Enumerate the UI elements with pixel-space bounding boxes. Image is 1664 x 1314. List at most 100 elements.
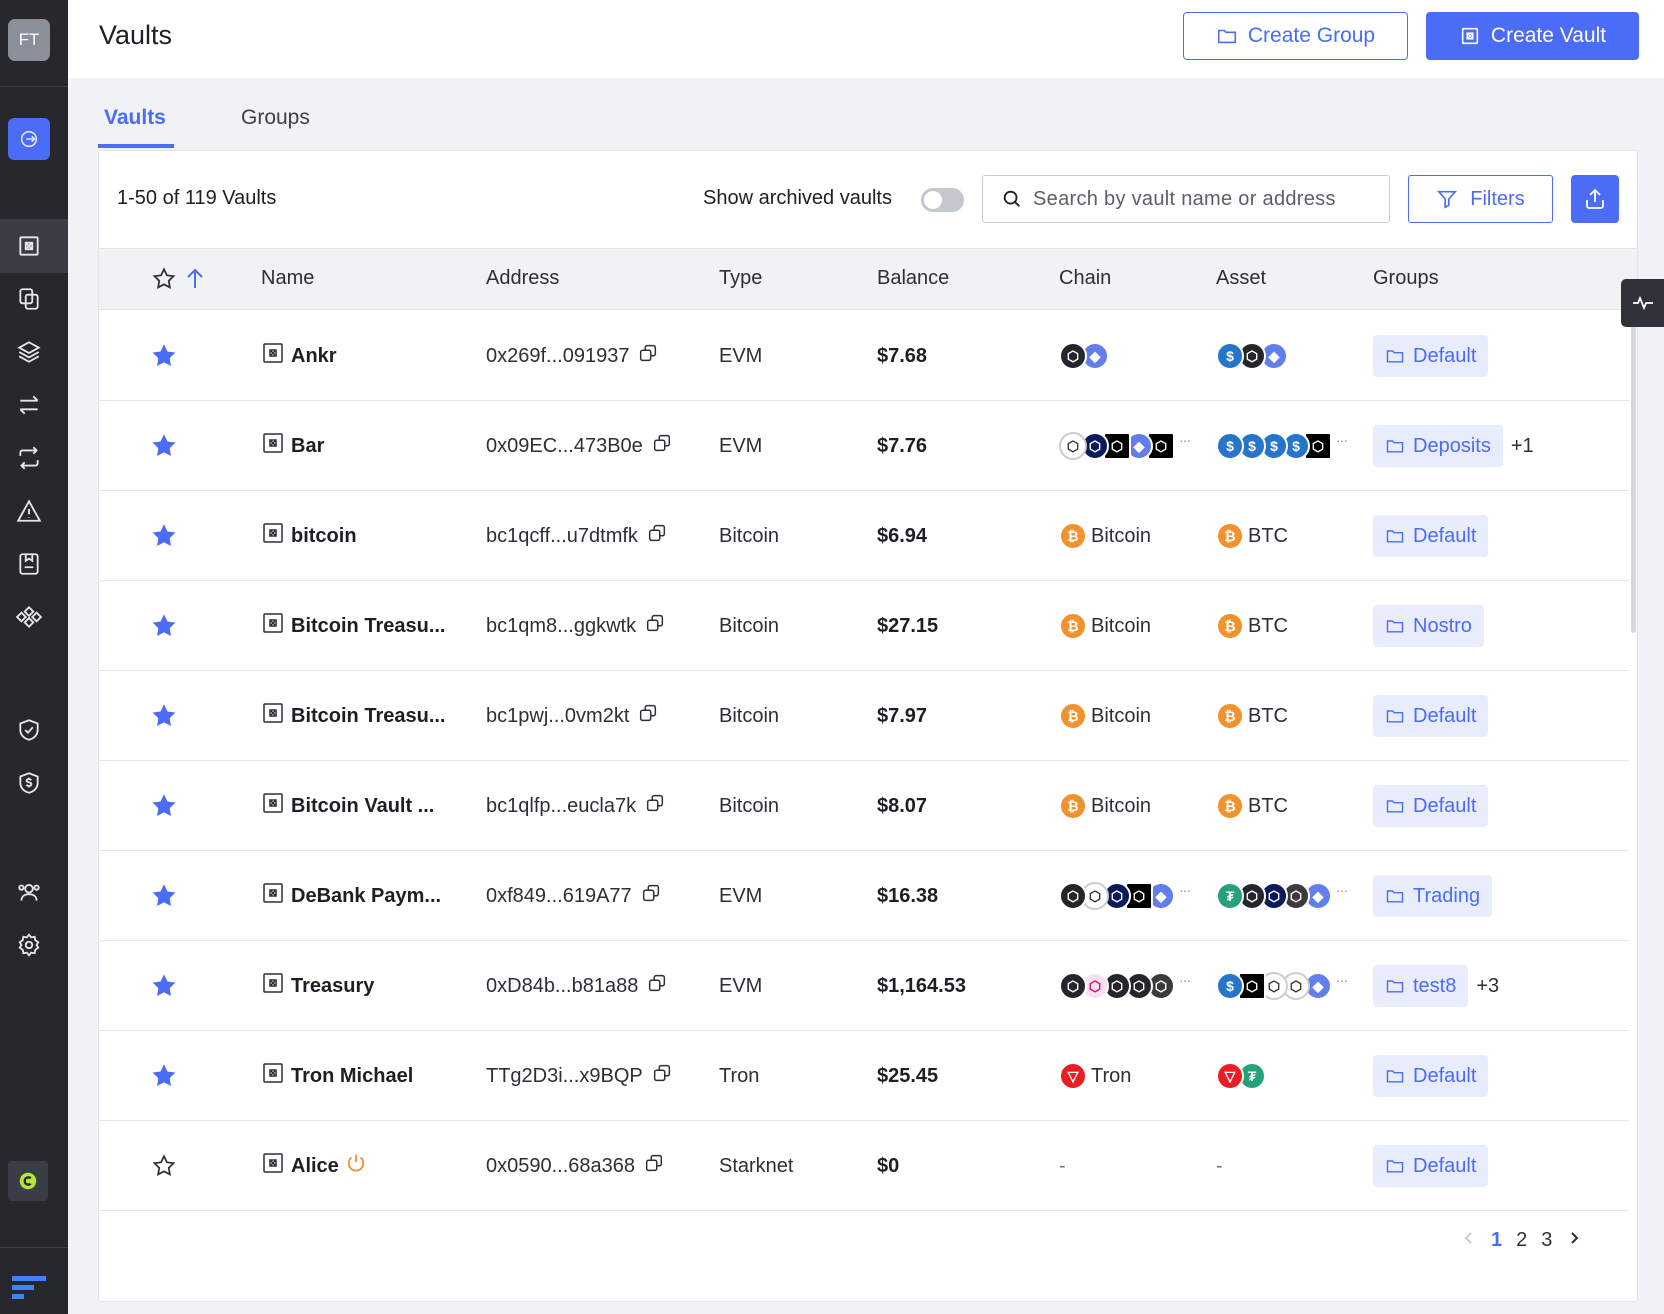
column-balance[interactable]: Balance [877, 267, 949, 290]
activity-panel-tab[interactable] [1621, 279, 1664, 327]
create-vault-button[interactable]: Create Vault [1426, 12, 1639, 60]
group-chip[interactable]: Default [1373, 1145, 1489, 1187]
next-page-button[interactable] [1566, 1229, 1582, 1252]
results-count: 1-50 of 119 Vaults [117, 187, 277, 209]
group-extra-count[interactable]: +3 [1476, 975, 1499, 998]
page-3-button[interactable]: 3 [1541, 1229, 1552, 1252]
copy-address-button[interactable] [637, 342, 659, 370]
column-address[interactable]: Address [486, 267, 559, 290]
column-groups[interactable]: Groups [1373, 267, 1439, 290]
vault-name[interactable]: Bar [291, 435, 324, 458]
group-chip[interactable]: Nostro [1373, 605, 1484, 647]
sidebar-item-copy[interactable] [8, 278, 50, 320]
group-chip[interactable]: Default [1373, 785, 1489, 827]
favorite-toggle[interactable] [151, 1031, 177, 1121]
vault-name[interactable]: DeBank Paym... [291, 885, 441, 908]
favorite-toggle[interactable] [151, 1121, 177, 1211]
tab-groups[interactable]: Groups [241, 106, 310, 130]
table-row[interactable]: Treasury 0xD84b...b81a88 EVM $1,164.53 ⬡… [99, 941, 1629, 1031]
favorite-toggle[interactable] [151, 761, 177, 851]
export-button[interactable] [1571, 175, 1619, 223]
sidebar-item-vaults[interactable] [8, 225, 50, 267]
favorite-toggle[interactable] [151, 581, 177, 671]
vault-name[interactable]: Ankr [291, 345, 337, 368]
sort-ascending-button[interactable] [183, 266, 207, 297]
filters-button[interactable]: Filters [1408, 175, 1553, 223]
sidebar-item-address-book[interactable] [8, 543, 50, 585]
favorite-toggle[interactable] [151, 491, 177, 581]
sidebar-item-swaps[interactable] [8, 437, 50, 479]
page-1-button[interactable]: 1 [1491, 1229, 1502, 1252]
copy-address-button[interactable] [644, 792, 666, 820]
column-chain[interactable]: Chain [1059, 267, 1111, 290]
table-row[interactable]: Tron Michael TTg2D3i...x9BQP Tron $25.45… [99, 1031, 1629, 1121]
vault-name[interactable]: Bitcoin Treasu... [291, 705, 445, 728]
table-row[interactable]: Bitcoin Treasu... bc1qm8...ggkwtk Bitcoi… [99, 581, 1629, 671]
search-box[interactable] [982, 175, 1390, 223]
asset-icons: ₿ [1216, 792, 1244, 820]
sidebar-item-alerts[interactable] [8, 490, 50, 532]
table-scrollbar[interactable] [1631, 317, 1636, 633]
copy-address-button[interactable] [643, 1152, 665, 1180]
vault-name[interactable]: Bitcoin Vault ... [291, 795, 434, 818]
table-row[interactable]: Bitcoin Vault ... bc1qlfp...eucla7k Bitc… [99, 761, 1629, 851]
group-chip[interactable]: test8 [1373, 965, 1469, 1007]
sidebar-item-integrations[interactable] [8, 596, 50, 638]
tab-vaults[interactable]: Vaults [104, 106, 166, 130]
group-chip[interactable]: Trading [1373, 875, 1493, 917]
sidebar-item-spending[interactable] [8, 762, 50, 804]
vault-name[interactable]: Tron Michael [291, 1065, 413, 1088]
copy-address-button[interactable] [651, 1062, 673, 1090]
column-type[interactable]: Type [719, 267, 762, 290]
copy-address-button[interactable] [644, 612, 666, 640]
favorite-toggle[interactable] [151, 851, 177, 941]
favorite-sort-button[interactable] [151, 266, 177, 297]
table-row[interactable]: DeBank Paym... 0xf849...619A77 EVM $16.3… [99, 851, 1629, 941]
group-extra-count[interactable]: +1 [1511, 435, 1534, 458]
table-row[interactable]: bitcoin bc1qcff...u7dtmfk Bitcoin $6.94 … [99, 491, 1629, 581]
group-chip[interactable]: Default [1373, 1055, 1489, 1097]
folder-icon [1386, 530, 1404, 543]
avatar[interactable]: FT [8, 19, 50, 61]
copy-address-button[interactable] [637, 702, 659, 730]
workspace-logo-button[interactable] [8, 1161, 48, 1201]
group-chip[interactable]: Deposits [1373, 425, 1503, 467]
copy-address-button[interactable] [646, 972, 668, 1000]
sidebar-item-settings[interactable] [8, 924, 50, 966]
column-asset[interactable]: Asset [1216, 267, 1266, 290]
favorite-toggle[interactable] [151, 941, 177, 1031]
copy-address-button[interactable] [651, 432, 673, 460]
show-archived-toggle[interactable] [921, 188, 964, 212]
vault-name[interactable]: Treasury [291, 975, 374, 998]
sidebar-item-transfers[interactable] [8, 384, 50, 426]
page-2-button[interactable]: 2 [1516, 1229, 1527, 1252]
vault-address: 0xf849...619A77 [486, 884, 632, 907]
table-row[interactable]: Bitcoin Treasu... bc1pwj...0vm2kt Bitcoi… [99, 671, 1629, 761]
group-chip[interactable]: Default [1373, 515, 1489, 557]
table-row[interactable]: Bar 0x09EC...473B0e EVM $7.76 ⬡ ⬡ ⬡ ◆ ⬡ ··· $… [99, 401, 1629, 491]
sidebar-item-users[interactable] [8, 871, 50, 913]
copy-address-button[interactable] [640, 882, 662, 910]
search-input[interactable] [1033, 187, 1383, 211]
favorite-toggle[interactable] [151, 671, 177, 761]
group-chip[interactable]: Default [1373, 695, 1489, 737]
groups-cell: Deposits +1 [1373, 401, 1534, 491]
vault-name[interactable]: bitcoin [291, 525, 357, 548]
chain-cell: ⬡ ⬡ ⬡ ◆ ⬡ ··· [1059, 401, 1200, 491]
create-group-button[interactable]: Create Group [1183, 12, 1408, 60]
table-row[interactable]: Ankr 0x269f...091937 EVM $7.68 ⬡ ◆ $ ⬡ ◆ De… [99, 311, 1629, 401]
chain-label: Tron [1091, 1064, 1132, 1087]
prev-page-button[interactable] [1461, 1229, 1477, 1252]
sidebar-item-assets[interactable] [8, 331, 50, 373]
favorite-toggle[interactable] [151, 401, 177, 491]
group-chip[interactable]: Default [1373, 335, 1489, 377]
sidebar-exit-button[interactable] [8, 118, 50, 160]
vault-address: 0x269f...091937 [486, 344, 630, 367]
sidebar-item-policies[interactable] [8, 709, 50, 751]
column-name[interactable]: Name [261, 267, 314, 290]
favorite-toggle[interactable] [151, 311, 177, 401]
table-row[interactable]: Alice 0x0590...68a368 Starknet $0 - - De… [99, 1121, 1629, 1211]
vault-name[interactable]: Alice [291, 1155, 339, 1178]
copy-address-button[interactable] [646, 522, 668, 550]
vault-name[interactable]: Bitcoin Treasu... [291, 615, 445, 638]
